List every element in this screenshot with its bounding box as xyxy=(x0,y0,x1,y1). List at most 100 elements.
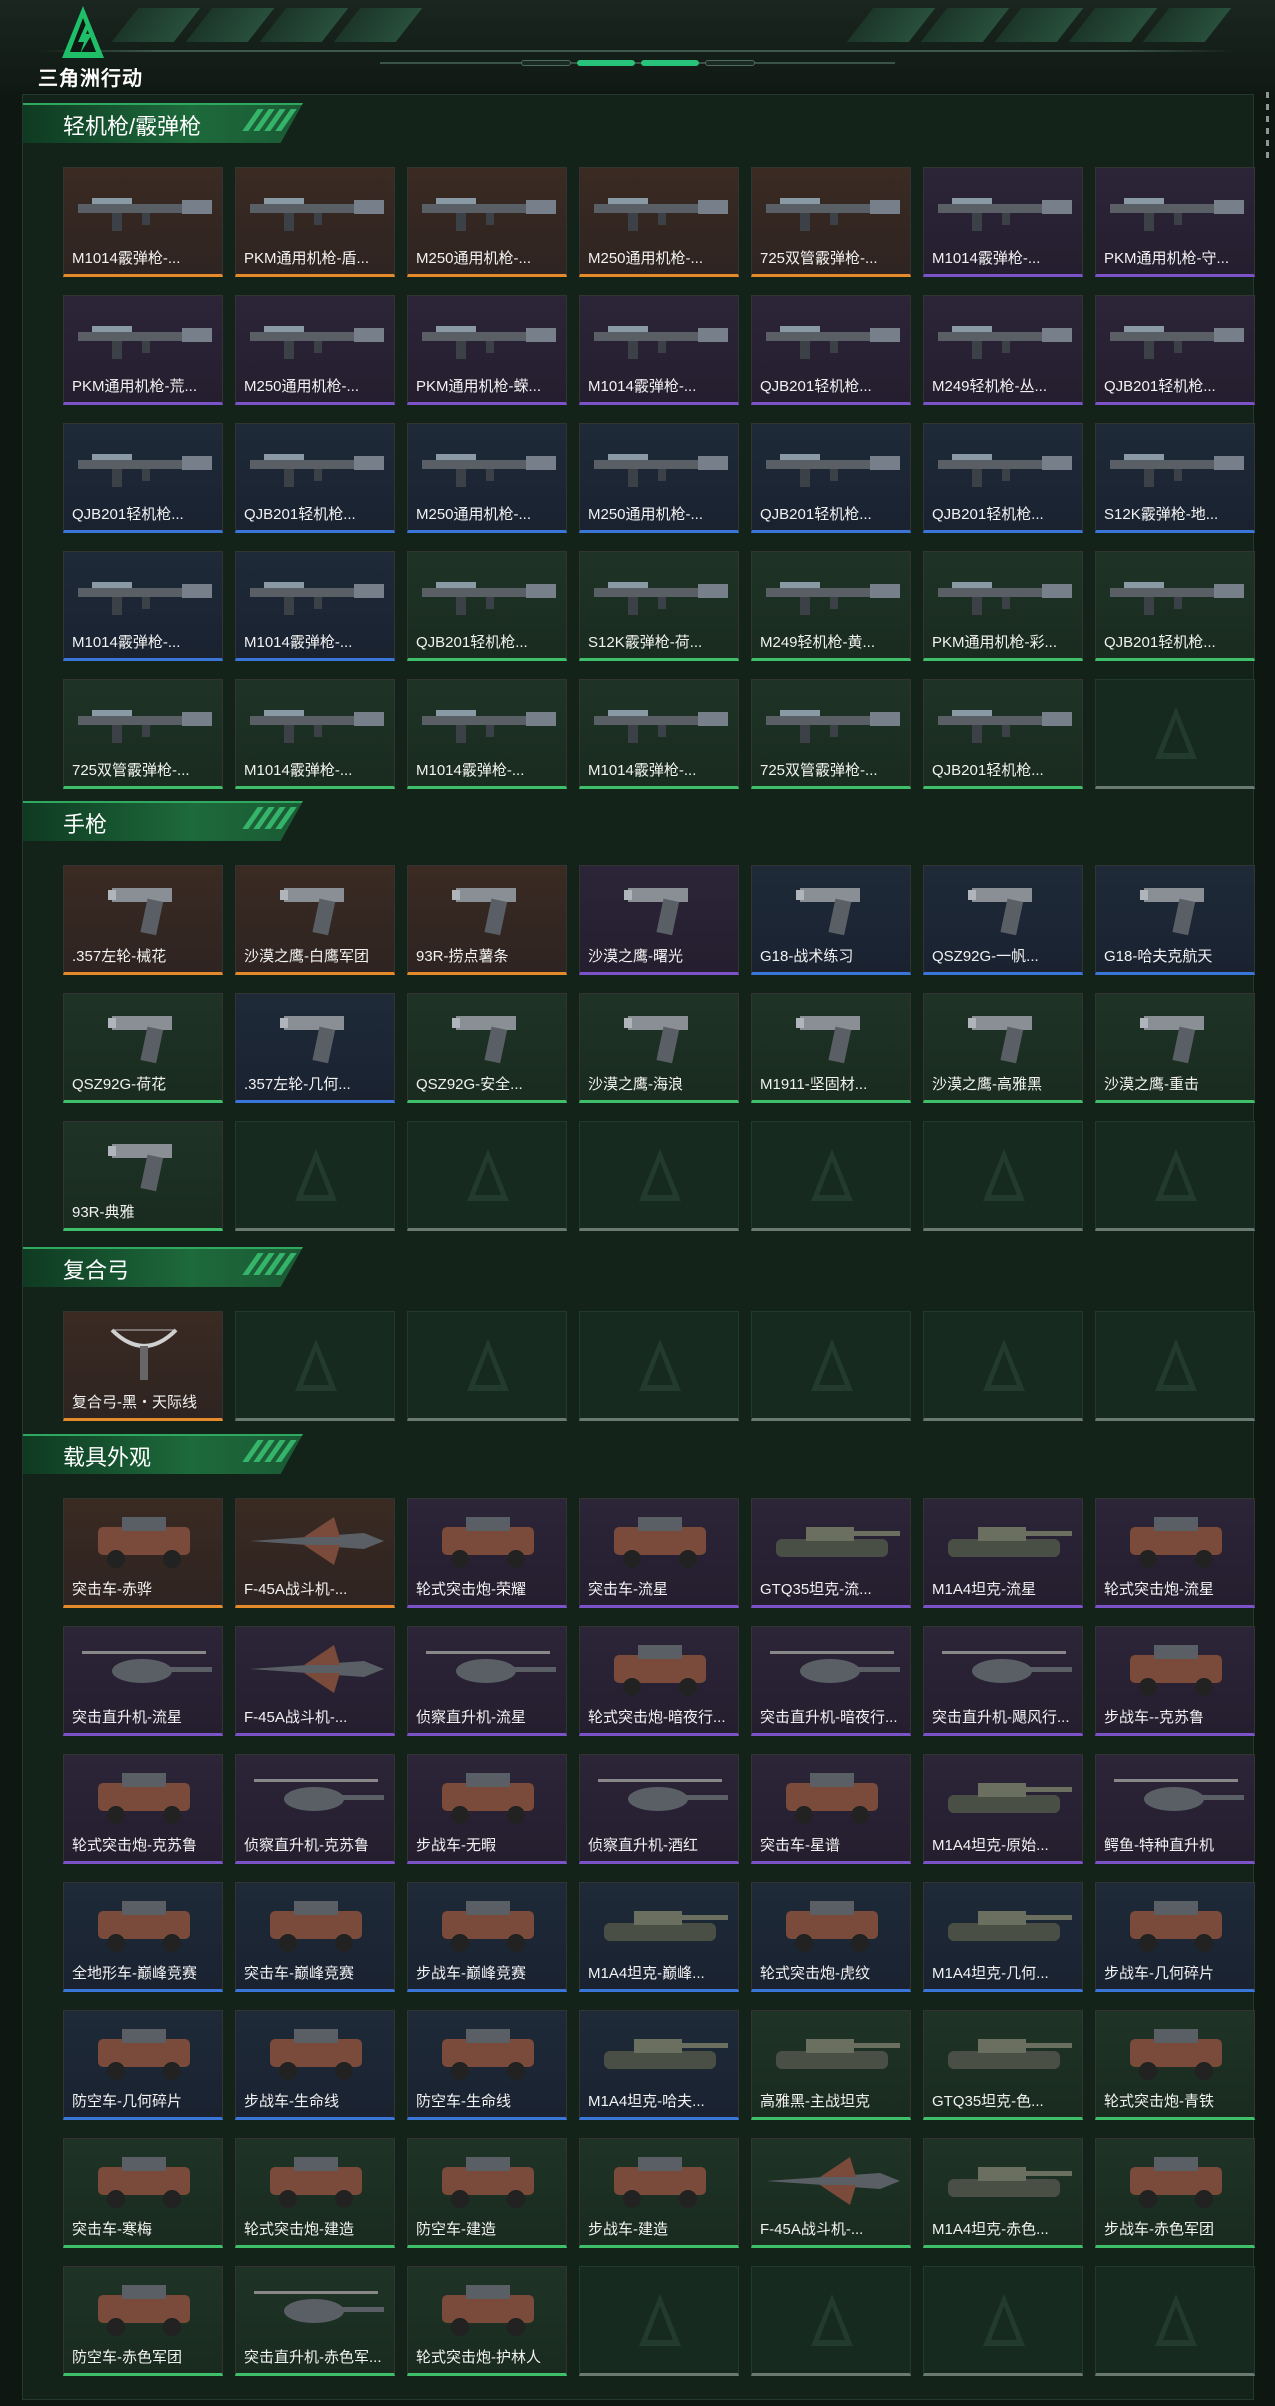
skin-card[interactable]: 突击车-赤骅 xyxy=(63,1498,223,1608)
skin-card[interactable]: QSZ92G-安全... xyxy=(407,993,567,1103)
skin-card[interactable]: 防空车-生命线 xyxy=(407,2010,567,2120)
skin-card[interactable]: .357左轮-械花 xyxy=(63,865,223,975)
skin-card[interactable]: 突击车-星谱 xyxy=(751,1754,911,1864)
skin-card[interactable]: M249轻机枪-黄... xyxy=(751,551,911,661)
skin-card[interactable]: QJB201轻机枪... xyxy=(407,551,567,661)
skin-card[interactable]: 突击直升机-飓风行... xyxy=(923,1626,1083,1736)
skin-card[interactable]: QSZ92G-荷花 xyxy=(63,993,223,1103)
skin-card[interactable]: F-45A战斗机-... xyxy=(235,1626,395,1736)
skin-card[interactable]: .357左轮-几何... xyxy=(235,993,395,1103)
skin-card[interactable]: 轮式突击炮-虎纹 xyxy=(751,1882,911,1992)
skin-card[interactable]: M1A4坦克-哈夫... xyxy=(579,2010,739,2120)
skin-card[interactable]: M250通用机枪-... xyxy=(407,423,567,533)
skin-card[interactable]: M250通用机枪-... xyxy=(407,167,567,277)
skin-card[interactable]: M1A4坦克-赤色... xyxy=(923,2138,1083,2248)
skin-card[interactable]: M250通用机枪-... xyxy=(579,423,739,533)
skin-card[interactable]: PKM通用机枪-守... xyxy=(1095,167,1255,277)
skin-card[interactable]: M1014霰弹枪-... xyxy=(579,679,739,789)
skin-card[interactable]: 725双管霰弹枪-... xyxy=(751,679,911,789)
skin-card[interactable]: 725双管霰弹枪-... xyxy=(751,167,911,277)
skin-card[interactable]: 沙漠之鹰-海浪 xyxy=(579,993,739,1103)
skin-card[interactable]: 轮式突击炮-青铁 xyxy=(1095,2010,1255,2120)
skin-label: 突击车-寒梅 xyxy=(72,2221,152,2238)
skin-card[interactable]: 步战车-赤色军团 xyxy=(1095,2138,1255,2248)
skin-card[interactable]: 防空车-建造 xyxy=(407,2138,567,2248)
skin-card[interactable]: M250通用机枪-... xyxy=(579,167,739,277)
skin-card[interactable]: 轮式突击炮-暗夜行... xyxy=(579,1626,739,1736)
skin-card[interactable]: PKM通用机枪-荒... xyxy=(63,295,223,405)
skin-card[interactable]: 93R-典雅 xyxy=(63,1121,223,1231)
skin-card[interactable]: 沙漠之鹰-曙光 xyxy=(579,865,739,975)
skin-card[interactable]: 防空车-几何碎片 xyxy=(63,2010,223,2120)
skin-card[interactable]: 步战车-建造 xyxy=(579,2138,739,2248)
skin-card[interactable]: PKM通用机枪-彩... xyxy=(923,551,1083,661)
skin-card[interactable]: 轮式突击炮-护林人 xyxy=(407,2266,567,2376)
skin-card[interactable]: M1911-坚固材... xyxy=(751,993,911,1103)
skin-card[interactable]: M1014霰弹枪-... xyxy=(63,551,223,661)
skin-card[interactable]: 复合弓-黑・天际线 xyxy=(63,1311,223,1421)
skin-card[interactable]: 侦察直升机-流星 xyxy=(407,1626,567,1736)
skin-card[interactable]: 沙漠之鹰-高雅黑 xyxy=(923,993,1083,1103)
skin-card[interactable]: 突击直升机-赤色军... xyxy=(235,2266,395,2376)
skin-card[interactable]: 步战车-无暇 xyxy=(407,1754,567,1864)
skin-card[interactable]: QJB201轻机枪... xyxy=(751,423,911,533)
skin-card[interactable]: GTQ35坦克-色... xyxy=(923,2010,1083,2120)
skin-card[interactable]: GTQ35坦克-流... xyxy=(751,1498,911,1608)
skin-card[interactable]: QJB201轻机枪... xyxy=(923,679,1083,789)
skin-card[interactable]: F-45A战斗机-... xyxy=(235,1498,395,1608)
skin-card[interactable]: M1014霰弹枪-... xyxy=(235,551,395,661)
skin-card[interactable]: M250通用机枪-... xyxy=(235,295,395,405)
skin-card[interactable]: 沙漠之鹰-重击 xyxy=(1095,993,1255,1103)
skin-card[interactable]: QSZ92G-一帆... xyxy=(923,865,1083,975)
empty-slot xyxy=(751,2266,911,2376)
skin-card[interactable]: 侦察直升机-克苏鲁 xyxy=(235,1754,395,1864)
skin-card[interactable]: 全地形车-巅峰竞赛 xyxy=(63,1882,223,1992)
skin-card[interactable]: 鳄鱼-特种直升机 xyxy=(1095,1754,1255,1864)
skin-card[interactable]: 步战车-几何碎片 xyxy=(1095,1882,1255,1992)
skin-card[interactable]: M1014霰弹枪-... xyxy=(579,295,739,405)
skin-card[interactable]: 防空车-赤色军团 xyxy=(63,2266,223,2376)
skin-card[interactable]: QJB201轻机枪... xyxy=(923,423,1083,533)
skin-card[interactable]: 突击车-寒梅 xyxy=(63,2138,223,2248)
skin-card[interactable]: F-45A战斗机-... xyxy=(751,2138,911,2248)
skin-card[interactable]: 725双管霰弹枪-... xyxy=(63,679,223,789)
scrollbar[interactable] xyxy=(1265,92,1271,164)
skin-card[interactable]: 沙漠之鹰-白鹰军团 xyxy=(235,865,395,975)
skin-card[interactable]: S12K霰弹枪-荷... xyxy=(579,551,739,661)
skin-card[interactable]: M249轻机枪-丛... xyxy=(923,295,1083,405)
skin-card[interactable]: QJB201轻机枪... xyxy=(1095,295,1255,405)
skin-card[interactable]: G18-哈夫克航天 xyxy=(1095,865,1255,975)
gun-image xyxy=(594,454,728,487)
gun-image xyxy=(1110,326,1244,359)
skin-card[interactable]: 突击车-流星 xyxy=(579,1498,739,1608)
skin-card[interactable]: G18-战术练习 xyxy=(751,865,911,975)
skin-card[interactable]: 轮式突击炮-流星 xyxy=(1095,1498,1255,1608)
skin-card[interactable]: QJB201轻机枪... xyxy=(751,295,911,405)
skin-card[interactable]: 侦察直升机-酒红 xyxy=(579,1754,739,1864)
skin-card[interactable]: 突击直升机-流星 xyxy=(63,1626,223,1736)
skin-card[interactable]: PKM通用机枪-盾... xyxy=(235,167,395,277)
skin-card[interactable]: 突击直升机-暗夜行... xyxy=(751,1626,911,1736)
skin-card[interactable]: 步战车--克苏鲁 xyxy=(1095,1626,1255,1736)
skin-card[interactable]: M1A4坦克-流星 xyxy=(923,1498,1083,1608)
skin-card[interactable]: M1A4坦克-几何... xyxy=(923,1882,1083,1992)
skin-card[interactable]: M1A4坦克-原始... xyxy=(923,1754,1083,1864)
skin-card[interactable]: M1A4坦克-巅峰... xyxy=(579,1882,739,1992)
skin-card[interactable]: M1014霰弹枪-... xyxy=(407,679,567,789)
skin-card[interactable]: 轮式突击炮-荣耀 xyxy=(407,1498,567,1608)
skin-card[interactable]: QJB201轻机枪... xyxy=(1095,551,1255,661)
skin-card[interactable]: M1014霰弹枪-... xyxy=(63,167,223,277)
skin-card[interactable]: 高雅黑-主战坦克 xyxy=(751,2010,911,2120)
skin-card[interactable]: QJB201轻机枪... xyxy=(63,423,223,533)
skin-card[interactable]: 93R-捞点薯条 xyxy=(407,865,567,975)
skin-card[interactable]: M1014霰弹枪-... xyxy=(923,167,1083,277)
skin-card[interactable]: M1014霰弹枪-... xyxy=(235,679,395,789)
skin-card[interactable]: 轮式突击炮-克苏鲁 xyxy=(63,1754,223,1864)
skin-card[interactable]: 步战车-巅峰竞赛 xyxy=(407,1882,567,1992)
skin-card[interactable]: QJB201轻机枪... xyxy=(235,423,395,533)
skin-card[interactable]: PKM通用机枪-蝾... xyxy=(407,295,567,405)
skin-card[interactable]: 轮式突击炮-建造 xyxy=(235,2138,395,2248)
skin-card[interactable]: 步战车-生命线 xyxy=(235,2010,395,2120)
skin-card[interactable]: S12K霰弹枪-地... xyxy=(1095,423,1255,533)
skin-card[interactable]: 突击车-巅峰竞赛 xyxy=(235,1882,395,1992)
